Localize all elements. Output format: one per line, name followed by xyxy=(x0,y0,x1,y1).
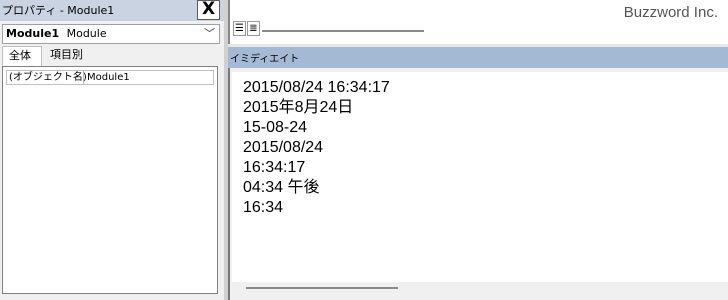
code-window: ☰ ≣ Buzzword Inc. xyxy=(228,0,728,44)
properties-title: プロパティ - Module1 xyxy=(2,4,115,17)
property-value[interactable]: Module1 xyxy=(87,71,130,84)
immediate-output-lines: 2015/08/24 16:34:17 2015年8月24日 15-08-24 201… xyxy=(243,78,390,218)
immediate-horizontal-scrollbar[interactable] xyxy=(246,287,398,289)
output-line: 2015年8月24日 xyxy=(243,99,354,116)
output-line: 2015/08/24 xyxy=(243,139,324,156)
immediate-title: イミディエイト xyxy=(230,54,300,65)
object-name: Module1 xyxy=(6,27,60,40)
close-button[interactable]: X xyxy=(197,0,220,20)
immediate-window: 2015/08/24 16:34:17 2015年8月24日 15-08-24 201… xyxy=(228,68,728,300)
output-line: 04:34 午後 xyxy=(243,179,320,196)
output-line: 16:34:17 xyxy=(243,159,306,176)
object-selector[interactable]: Module1 Module ﹀ xyxy=(2,24,220,44)
output-line: 15-08-24 xyxy=(243,119,308,136)
property-grid: (オブジェクト名) Module1 xyxy=(2,66,218,294)
output-line: 16:34 xyxy=(243,199,284,216)
tab-categorized[interactable]: 項目別 xyxy=(44,46,89,66)
watermark: Buzzword Inc. xyxy=(623,4,718,21)
code-window-border xyxy=(228,0,230,44)
tab-alphabetic[interactable]: 全体 xyxy=(2,46,42,66)
property-row[interactable]: (オブジェクト名) Module1 xyxy=(6,70,214,85)
immediate-title-bar[interactable]: イミディエイト xyxy=(228,47,728,68)
output-line: 2015/08/24 16:34:17 xyxy=(243,79,390,96)
procedure-view-icon[interactable]: ☰ xyxy=(233,21,246,36)
code-horizontal-scrollbar[interactable] xyxy=(262,30,424,32)
property-name: (オブジェクト名) xyxy=(9,71,87,84)
properties-title-bar[interactable]: プロパティ - Module1 X xyxy=(0,0,224,21)
immediate-output-area[interactable]: 2015/08/24 16:34:17 2015年8月24日 15-08-24 201… xyxy=(232,72,728,282)
object-type: Module xyxy=(66,27,107,40)
chevron-down-icon[interactable]: ﹀ xyxy=(204,25,215,42)
full-module-view-icon[interactable]: ≣ xyxy=(247,21,260,36)
properties-pane: プロパティ - Module1 X Module1 Module ﹀ 全体 項目… xyxy=(0,0,224,300)
